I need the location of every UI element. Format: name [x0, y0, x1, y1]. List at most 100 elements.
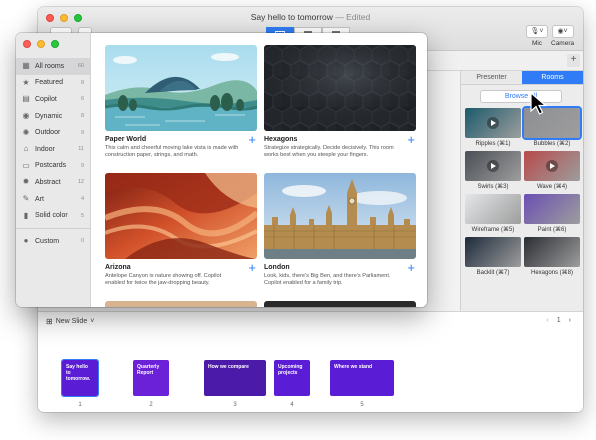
slide-thumbnail[interactable]: Say hello to tomorrow.: [61, 359, 99, 397]
browse-all-button[interactable]: Browse all: [480, 90, 562, 103]
sidebar-item-featured[interactable]: ★ Featured 8: [16, 75, 90, 92]
sidebar-item-copilot[interactable]: ▤ Copilot 6: [16, 91, 90, 108]
room-card-title: Hexagons: [264, 136, 298, 143]
room-card-partial[interactable]: [105, 301, 257, 307]
room-thumbnail[interactable]: Ripples (⌘1): [465, 108, 521, 148]
room-thumbnail[interactable]: Backlit (⌘7): [465, 237, 521, 277]
sidebar-item-count: 11: [78, 146, 84, 153]
sidebar-item-count: 8: [80, 79, 84, 86]
sidebar-item-count: 5: [80, 212, 84, 219]
camera-icon[interactable]: ◉˅: [551, 25, 574, 38]
new-slide-label: New Slide: [55, 318, 88, 325]
sidebar-item-label: Postcards: [35, 162, 67, 170]
tab-presenter[interactable]: Presenter: [461, 71, 522, 85]
sidebar-item-outdoor[interactable]: ✺ Outdoor 9: [16, 124, 90, 141]
sidebar-item-solid-color[interactable]: ▮ Solid color 5: [16, 207, 90, 224]
browser-close-button[interactable]: [23, 40, 31, 48]
slide-title: Say hello to tomorrow.: [66, 364, 91, 382]
sidebar-item-all-rooms[interactable]: ▦ All rooms 60: [16, 58, 90, 75]
sun-icon: ✺: [22, 127, 30, 137]
room-thumbnail[interactable]: Wireframe (⌘5): [465, 194, 521, 234]
tab-rooms[interactable]: Rooms: [522, 71, 583, 85]
mic-label: Mic: [531, 40, 543, 47]
next-slide-icon[interactable]: ›: [569, 317, 571, 324]
inspector-tabs: Presenter Rooms: [461, 71, 583, 85]
slide-thumbnail[interactable]: Upcoming projects: [274, 360, 310, 396]
slide-thumbnail[interactable]: Quarterly Report: [133, 360, 169, 396]
grid-icon: ▦: [22, 61, 30, 71]
sidebar-item-label: Dynamic: [35, 112, 63, 120]
slide-thumbnail[interactable]: How we compare: [204, 360, 266, 396]
room-thumbnail-label: Bubbles (⌘2): [533, 141, 571, 147]
browser-minimize-button[interactable]: [37, 40, 45, 48]
palette-icon: ✎: [22, 194, 30, 204]
slide-number: 1: [78, 402, 82, 408]
room-thumbnail-image: [465, 151, 521, 181]
mic-control[interactable]: 🎙︎˅ Mic: [526, 25, 548, 47]
new-slide-icon: ⊞: [46, 317, 53, 326]
sidebar-item-indoor[interactable]: ⌂ Indoor 11: [16, 141, 90, 158]
sidebar-item-label: Solid color: [35, 212, 68, 220]
browser-window-controls: [23, 40, 59, 48]
inspector-panel: Presenter Rooms Browse all Ripples (⌘1) B…: [460, 71, 583, 321]
edited-indicator: — Edited: [335, 12, 371, 22]
sidebar-item-postcards[interactable]: ▭ Postcards 9: [16, 158, 90, 175]
sidebar-item-label: Outdoor: [35, 129, 61, 137]
room-card-paper-world[interactable]: Paper World This calm and cheerful movin…: [105, 45, 257, 159]
slide-number: 5: [360, 402, 364, 408]
sidebar-item-count: 60: [77, 63, 84, 70]
sidebar-item-count: 9: [80, 162, 84, 169]
mic-icon[interactable]: 🎙︎˅: [526, 25, 548, 38]
sidebar-item-count: 8: [80, 113, 84, 120]
slide-number: 3: [233, 402, 237, 408]
chevron-down-icon: ˅: [90, 318, 95, 325]
sidebar-item-custom[interactable]: ● Custom 0: [16, 233, 90, 250]
room-card-arizona[interactable]: Arizona Antelope Canyon is nature showin…: [105, 173, 257, 287]
slide-thumbnail[interactable]: Where we stand: [330, 360, 394, 396]
page-indicator: 1: [556, 317, 561, 324]
abstract-icon: ✹: [22, 177, 30, 187]
sidebar-item-label: Copilot: [35, 95, 57, 103]
sidebar-item-art[interactable]: ✎ Art 4: [16, 191, 90, 208]
add-room-icon[interactable]: +: [248, 261, 256, 274]
room-card-london[interactable]: London Look, kids, there's Big Ben, and …: [264, 173, 416, 287]
category-list: ▦ All rooms 60 ★ Featured 8 ▤ Copilot 6 ◉ Dynamic 8…: [16, 58, 90, 250]
room-thumbnail-image: [465, 108, 521, 138]
sidebar-item-dynamic[interactable]: ◉ Dynamic 8: [16, 108, 90, 125]
arizona-image: [105, 173, 257, 259]
sidebar-item-label: Indoor: [35, 145, 55, 153]
room-card-partial[interactable]: [264, 301, 416, 307]
sidebar-item-abstract[interactable]: ✹ Abstract 12: [16, 174, 90, 191]
add-tab-button[interactable]: +: [567, 54, 580, 67]
room-thumbnail[interactable]: Swirls (⌘3): [465, 151, 521, 191]
add-room-icon[interactable]: +: [248, 133, 256, 146]
slide-number: 4: [290, 402, 294, 408]
camera-control[interactable]: ◉˅ Camera: [551, 25, 574, 47]
sidebar-item-label: All rooms: [35, 62, 65, 70]
room-thumbnail-grid: Ripples (⌘1) Bubbles (⌘2) Swirls (⌘3) Wave …: [465, 106, 582, 277]
sidebar-divider: [16, 227, 90, 229]
room-card-title: London: [264, 264, 290, 271]
sidebar-item-count: 4: [80, 196, 84, 203]
slide-pager: ‹ 1 ›: [546, 317, 571, 324]
room-card-description: Strategize strategically. Decide decisiv…: [264, 145, 394, 158]
london-image: [264, 173, 416, 259]
add-room-icon[interactable]: +: [407, 261, 415, 274]
sidebar-item-count: 12: [77, 179, 84, 186]
room-thumbnail[interactable]: Wave (⌘4): [524, 151, 580, 191]
rooms-sidebar: ▦ All rooms 60 ★ Featured 8 ▤ Copilot 6 ◉ Dynamic 8…: [16, 33, 91, 307]
slide-number: 2: [149, 402, 153, 408]
sidebar-item-label: Featured: [35, 79, 64, 87]
room-card-hexagons[interactable]: Hexagons Strategize strategically. Decid…: [264, 45, 416, 159]
room-thumbnail[interactable]: Hexagons (⌘8): [524, 237, 580, 277]
new-slide-button[interactable]: ⊞ New Slide ˅: [46, 317, 94, 326]
browser-zoom-button[interactable]: [51, 40, 59, 48]
person-icon: ●: [23, 236, 29, 246]
slide-title: Where we stand: [334, 364, 373, 370]
room-thumbnail[interactable]: Paint (⌘6): [524, 194, 580, 234]
previous-slide-icon[interactable]: ‹: [546, 317, 548, 324]
add-room-icon[interactable]: +: [407, 133, 415, 146]
play-icon: [487, 160, 499, 172]
room-card-description: This calm and cheerful moving lake vista…: [105, 145, 239, 158]
hexagons-image: [264, 45, 416, 131]
